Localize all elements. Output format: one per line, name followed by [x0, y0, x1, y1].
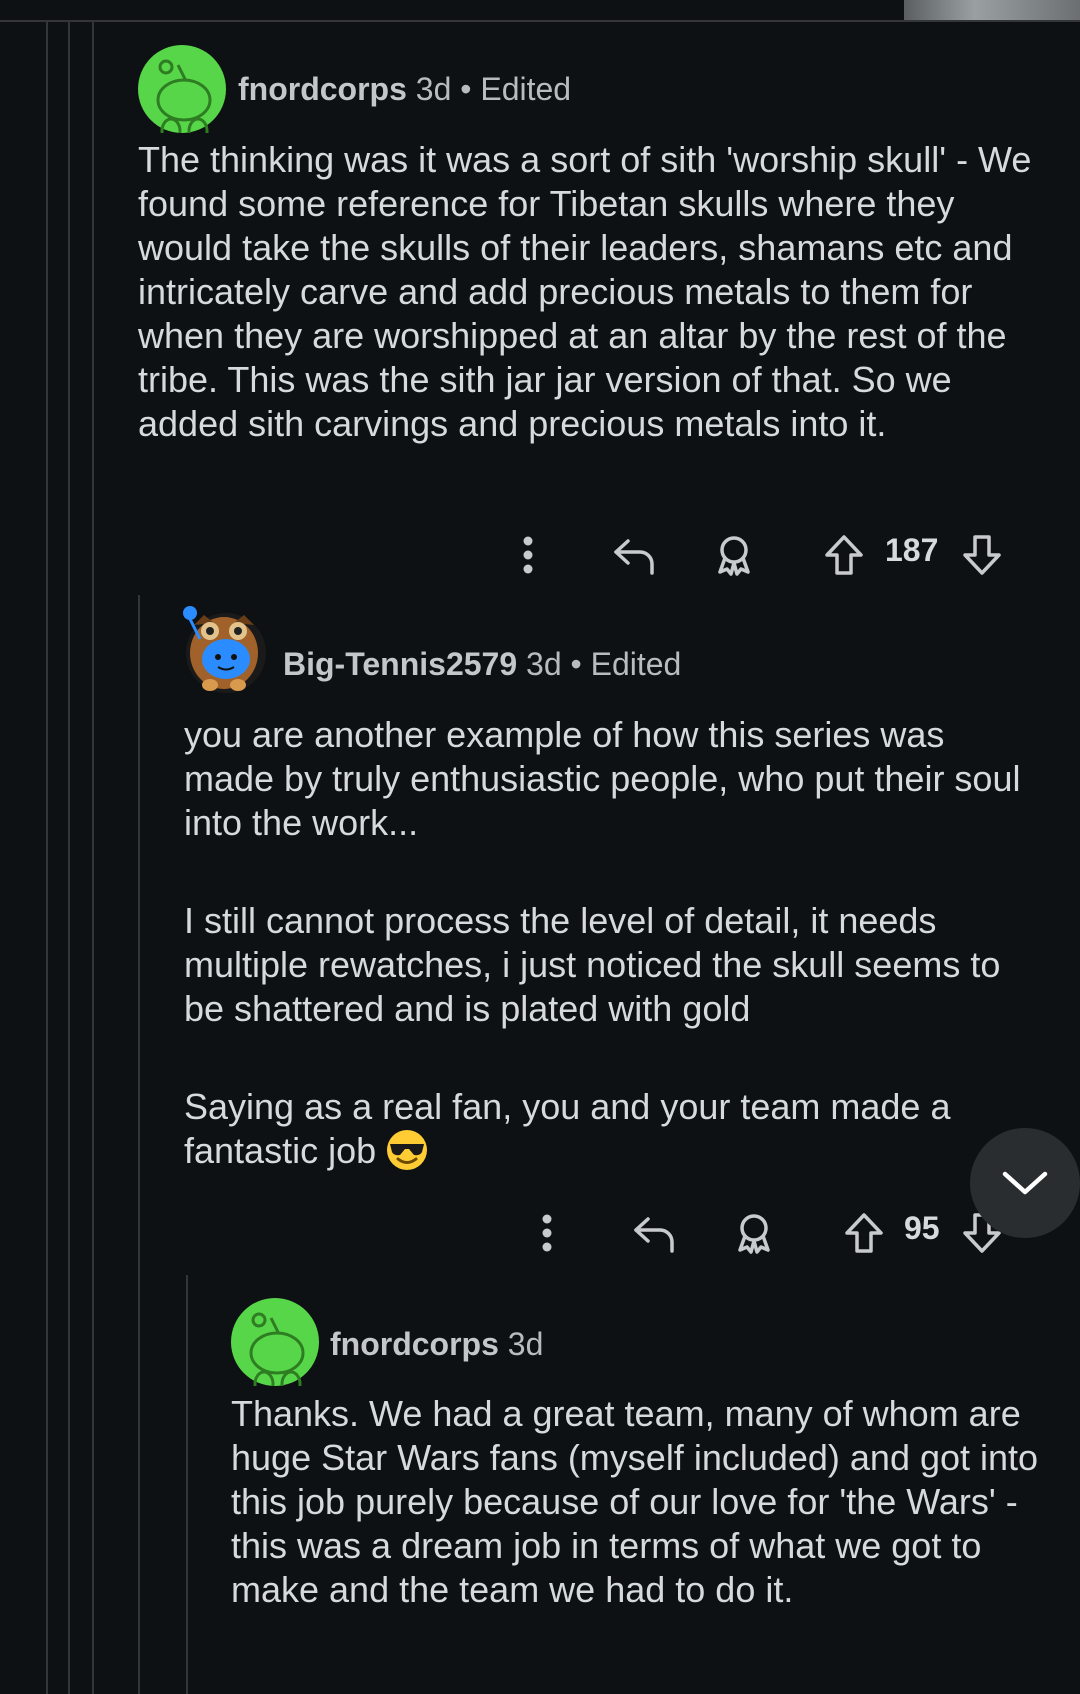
comment-body: Thanks. We had a great team, many of who…: [231, 1392, 1051, 1612]
timestamp: 3d: [507, 1326, 544, 1362]
award-icon[interactable]: [730, 1208, 778, 1258]
comment-paragraph: Thanks. We had a great team, many of who…: [231, 1393, 1039, 1610]
username[interactable]: fnordcorps: [238, 71, 407, 107]
comment-paragraph: you are another example of how this seri…: [184, 714, 1021, 843]
separator: •: [460, 71, 472, 107]
avatar[interactable]: [231, 1298, 319, 1386]
comment-meta: fnordcorps 3d • Edited: [238, 71, 571, 108]
top-bar: [0, 0, 1080, 22]
comment-paragraph: Saying as a real fan, you and your team …: [184, 1085, 1034, 1173]
edited-label: Edited: [590, 646, 682, 682]
separator: •: [570, 646, 582, 682]
comment-actions: 95: [520, 1208, 1040, 1258]
timestamp: 3d: [526, 646, 562, 682]
reply-icon[interactable]: [610, 530, 658, 580]
thread-line[interactable]: [68, 22, 70, 1694]
upvote-icon[interactable]: [842, 1208, 886, 1258]
comment-meta: Big-Tennis2579 3d • Edited: [283, 646, 681, 683]
edited-label: Edited: [480, 71, 572, 107]
snoo-icon: [156, 59, 212, 133]
thread-line[interactable]: [92, 22, 94, 1694]
vote-count: 187: [885, 532, 939, 568]
vote-count: 95: [904, 1210, 940, 1246]
comment-paragraph: I still cannot process the level of deta…: [184, 900, 1001, 1029]
timestamp: 3d: [415, 71, 452, 107]
username[interactable]: fnordcorps: [330, 1326, 499, 1362]
comment-paragraph: The thinking was it was a sort of sith '…: [138, 139, 1032, 444]
comment-text: Saying as a real fan, you and your team …: [184, 1086, 951, 1171]
sunglasses-emoji-icon: [386, 1129, 428, 1171]
upvote-icon[interactable]: [822, 530, 866, 580]
chevron-down-icon: [1002, 1171, 1048, 1195]
reply-icon[interactable]: [630, 1208, 678, 1258]
media-thumbnail[interactable]: [904, 0, 1080, 20]
downvote-icon[interactable]: [960, 530, 1004, 580]
thread-line[interactable]: [186, 1275, 188, 1694]
snoo-icon: [249, 1312, 305, 1386]
avatar[interactable]: [138, 45, 226, 133]
comment-actions: 187: [500, 530, 1020, 580]
thread-line[interactable]: [46, 22, 48, 1694]
thread-line[interactable]: [138, 595, 140, 1694]
comment-body: you are another example of how this seri…: [184, 713, 1034, 1173]
comment-meta: fnordcorps 3d: [330, 1326, 543, 1363]
more-vertical-icon[interactable]: [537, 1208, 557, 1258]
more-vertical-icon[interactable]: [518, 530, 538, 580]
avatar[interactable]: [183, 606, 266, 693]
owl-snoo-icon: [183, 606, 258, 691]
scroll-down-button[interactable]: [970, 1128, 1080, 1238]
username[interactable]: Big-Tennis2579: [283, 646, 517, 682]
award-icon[interactable]: [710, 530, 758, 580]
comment-body: The thinking was it was a sort of sith '…: [138, 138, 1050, 446]
